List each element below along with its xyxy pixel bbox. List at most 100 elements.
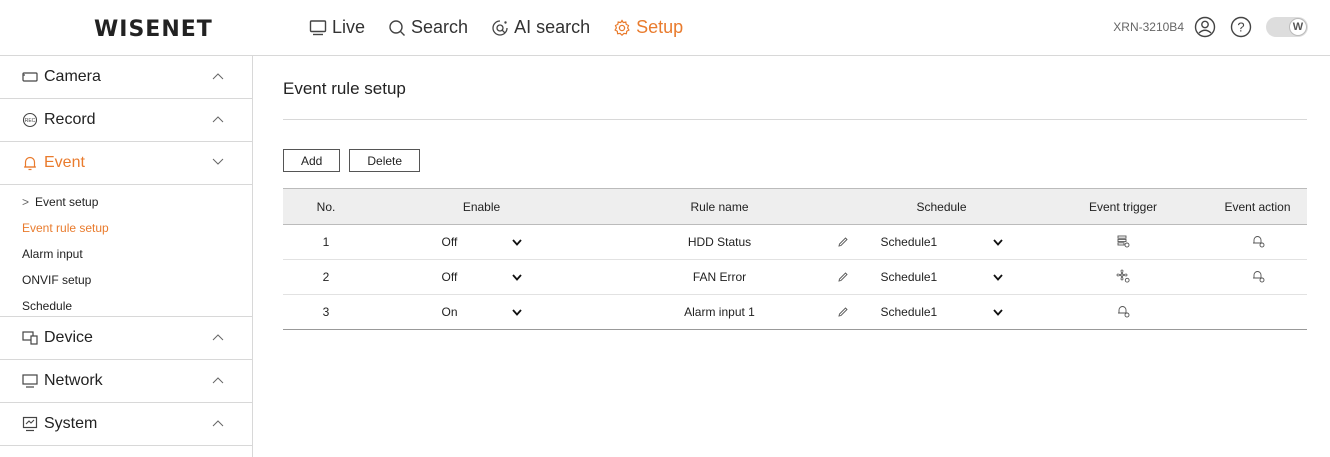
schedule-value: Schedule1 <box>880 270 938 284</box>
top-header: WISENET Live Search AI search Setup XRN-… <box>0 0 1330 56</box>
ai-search-icon <box>492 19 508 36</box>
sidebar-section-label: System <box>44 415 98 432</box>
theme-toggle[interactable]: W <box>1266 17 1308 37</box>
nav-ai-search[interactable]: AI search <box>491 17 590 38</box>
sidebar-item-label: Event setup <box>35 195 99 209</box>
sidebar-item-alarm-input[interactable]: Alarm input <box>0 241 252 267</box>
bell-icon <box>24 156 36 171</box>
alarm-in-icon[interactable] <box>1116 304 1130 318</box>
table-row: 2 Off FAN Error Schedule1 <box>283 259 1307 295</box>
sidebar-item-label: Schedule <box>22 299 73 313</box>
sidebar-section-camera[interactable]: Camera <box>0 56 252 99</box>
event-action-cell <box>1208 224 1307 260</box>
record-icon: REC <box>22 112 38 128</box>
column-header-rule-name: Rule name <box>594 188 845 225</box>
pencil-icon[interactable] <box>837 236 849 248</box>
nav-setup-label: Setup <box>636 17 684 37</box>
main-nav: Live Search AI search Setup <box>309 17 706 38</box>
schedule-value: Schedule1 <box>880 235 938 249</box>
add-button[interactable]: Add <box>283 149 341 172</box>
nav-live[interactable]: Live <box>309 17 365 38</box>
nav-live-label: Live <box>332 17 366 37</box>
help-icon[interactable]: ? <box>1230 16 1252 38</box>
rule-name-cell: Alarm input 1 <box>594 294 848 330</box>
rule-name-cell: HDD Status <box>594 224 848 260</box>
svg-text:REC: REC <box>25 118 36 124</box>
alarm-out-icon[interactable] <box>1251 234 1265 248</box>
sidebar-item-onvif-setup[interactable]: ONVIF setup <box>0 267 252 293</box>
column-header-schedule: Schedule <box>845 188 1038 225</box>
sidebar-section-device[interactable]: Device <box>0 317 252 360</box>
sidebar-item-event-rule-setup[interactable]: Event rule setup <box>0 215 252 241</box>
column-header-no: No. <box>283 188 369 225</box>
row-number: 2 <box>283 259 369 295</box>
search-icon <box>389 19 406 36</box>
chevron-up-icon <box>212 116 224 123</box>
schedule-select[interactable]: Schedule1 <box>881 305 1003 319</box>
rule-name-cell: FAN Error <box>594 259 848 295</box>
pencil-icon[interactable] <box>837 271 849 283</box>
enable-select[interactable]: On <box>442 305 522 319</box>
chevron-down-icon <box>511 308 522 316</box>
chevron-up-icon <box>212 73 224 80</box>
gear-icon <box>614 18 630 36</box>
chevron-right-icon: > <box>22 195 30 209</box>
nav-search[interactable]: Search <box>388 17 468 38</box>
sidebar-item-label: ONVIF setup <box>22 273 92 287</box>
sidebar-item-event-setup[interactable]: > Event setup <box>0 189 252 215</box>
system-icon <box>22 416 38 432</box>
sidebar-section-record[interactable]: REC Record <box>0 99 252 142</box>
sidebar-item-schedule[interactable]: Schedule <box>0 293 252 319</box>
nav-search-label: Search <box>411 17 469 37</box>
page-title: Event rule setup <box>283 79 406 98</box>
nav-ai-search-label: AI search <box>514 17 591 37</box>
event-rule-table: No. Enable Rule name Schedule Event trig… <box>283 188 1307 330</box>
chevron-down-icon <box>511 273 522 281</box>
user-icon[interactable] <box>1194 16 1216 38</box>
schedule-cell: Schedule1 <box>845 294 1038 330</box>
sidebar-item-label: Event rule setup <box>22 221 109 235</box>
sidebar-section-system[interactable]: System <box>0 403 252 446</box>
enable-value: On <box>441 305 458 319</box>
pencil-icon[interactable] <box>837 306 849 318</box>
monitor-icon <box>309 19 327 35</box>
toggle-knob: W <box>1289 18 1307 36</box>
schedule-cell: Schedule1 <box>845 224 1038 260</box>
schedule-select[interactable]: Schedule1 <box>881 270 1003 284</box>
divider <box>283 119 1307 120</box>
delete-button[interactable]: Delete <box>349 149 421 172</box>
network-icon <box>22 374 38 388</box>
event-action-cell <box>1208 294 1307 330</box>
schedule-select[interactable]: Schedule1 <box>881 235 1003 249</box>
chevron-down-icon <box>992 238 1003 246</box>
table-row: 3 On Alarm input 1 Schedule1 <box>283 294 1307 330</box>
sidebar-section-label: Network <box>44 372 103 389</box>
hdd-icon[interactable] <box>1116 234 1130 248</box>
schedule-cell: Schedule1 <box>845 259 1038 295</box>
event-trigger-cell <box>1038 294 1208 330</box>
enable-value: Off <box>441 235 458 249</box>
sidebar-section-network[interactable]: Network <box>0 360 252 403</box>
event-action-cell <box>1208 259 1307 295</box>
alarm-out-icon[interactable] <box>1251 269 1265 283</box>
camera-icon <box>22 72 38 82</box>
table-row: 1 Off HDD Status Schedule1 <box>283 224 1307 260</box>
fan-icon[interactable] <box>1116 269 1130 283</box>
chevron-up-icon <box>212 334 224 341</box>
device-icon <box>22 331 38 345</box>
chevron-down-icon <box>511 238 522 246</box>
chevron-down-icon <box>992 273 1003 281</box>
nav-setup[interactable]: Setup <box>613 17 683 38</box>
sidebar-section-event[interactable]: Event <box>0 142 252 185</box>
column-header-event-action: Event action <box>1208 188 1307 225</box>
chevron-up-icon <box>212 420 224 427</box>
model-name: XRN-3210B4 <box>1113 20 1184 34</box>
chevron-down-icon <box>212 158 224 165</box>
enable-select[interactable]: Off <box>442 235 522 249</box>
enable-select[interactable]: Off <box>442 270 522 284</box>
column-header-enable: Enable <box>369 188 594 225</box>
wisenet-logo: WISENET <box>94 17 213 42</box>
row-number: 3 <box>283 294 369 330</box>
event-trigger-cell <box>1038 259 1208 295</box>
sidebar-section-label: Record <box>44 111 96 128</box>
